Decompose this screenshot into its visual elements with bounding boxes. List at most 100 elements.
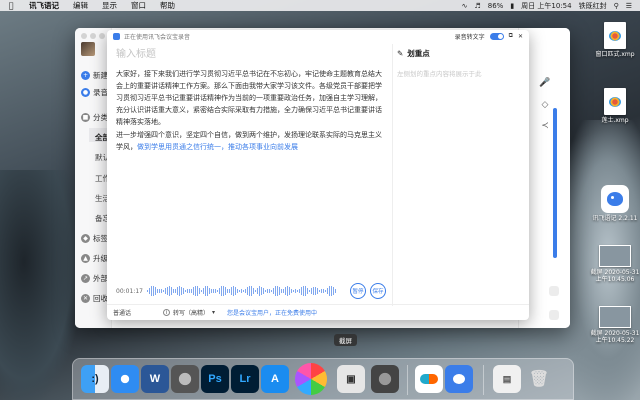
sidebar-item-category[interactable]: ■ 分类 bbox=[81, 112, 108, 123]
waveform-bar bbox=[316, 288, 318, 294]
waveform-bar bbox=[326, 287, 328, 295]
safari-icon[interactable] bbox=[111, 365, 139, 393]
sidebar-item-tags[interactable]: ◆ 标签 bbox=[81, 233, 108, 244]
sidebar-item-label: 外部 bbox=[93, 274, 108, 283]
pause-button[interactable]: 暂停 bbox=[350, 283, 366, 299]
sidebar-item-label: 录音 bbox=[93, 88, 108, 97]
waveform-bar bbox=[248, 285, 250, 297]
sidebar-item-record[interactable]: ● 录音 bbox=[81, 87, 108, 98]
title-input[interactable] bbox=[116, 47, 376, 61]
menu-app-name[interactable]: 讯飞语记 bbox=[22, 0, 66, 11]
waveform-bar bbox=[250, 285, 252, 297]
zoom-window-button[interactable] bbox=[99, 33, 105, 39]
chevron-down-icon: ▾ bbox=[212, 309, 216, 316]
photos-icon[interactable] bbox=[295, 363, 327, 395]
menu-help[interactable]: 帮助 bbox=[153, 0, 182, 11]
recording-time: 00:01:17 bbox=[116, 287, 143, 295]
desktop-app-ifly[interactable]: 讯飞语记 2.2.11 bbox=[590, 185, 640, 222]
dialog-footer: 普通话 i 转写（高精） ▾ 您是会议宝用户，正在免费使用中 bbox=[107, 304, 529, 320]
wifi-icon[interactable]: ∿ bbox=[462, 2, 468, 10]
waveform-bar bbox=[192, 287, 194, 295]
waveform-bar bbox=[156, 289, 158, 293]
menubar:  讯飞语记 编辑 显示 窗口 帮助 ∿ ♬ 86% ▮ 周日 上午10:54 … bbox=[0, 0, 640, 11]
status-area: ∿ ♬ 86% ▮ 周日 上午10:54 铁既红封 ⚲ ☰ bbox=[462, 1, 640, 11]
datetime[interactable]: 周日 上午10:54 bbox=[521, 1, 571, 11]
screenshot-icon[interactable]: ▣ bbox=[337, 365, 365, 393]
ifly-notes-icon[interactable] bbox=[445, 365, 473, 393]
app-store-icon[interactable]: A bbox=[261, 365, 289, 393]
transcribe-toggle[interactable] bbox=[489, 32, 504, 40]
desktop-file-1[interactable]: 窗口匹式.xmp bbox=[590, 22, 640, 58]
system-preferences-icon[interactable] bbox=[371, 365, 399, 393]
baidu-netdisk-icon[interactable] bbox=[415, 365, 443, 393]
waveform-bar bbox=[146, 290, 148, 292]
restore-icon[interactable]: ⧉ bbox=[509, 32, 513, 40]
waveform-bar bbox=[206, 286, 208, 296]
trash-icon[interactable]: 🗑 bbox=[525, 365, 553, 393]
apple-icon[interactable]:  bbox=[0, 1, 22, 10]
launchpad-icon[interactable] bbox=[171, 365, 199, 393]
waveform-bar bbox=[328, 285, 330, 297]
word-icon[interactable]: W bbox=[141, 365, 169, 393]
waveform-bar bbox=[228, 288, 230, 294]
finder-icon[interactable]: :) bbox=[81, 365, 109, 393]
menu-list-icon[interactable]: ☰ bbox=[626, 2, 632, 10]
waveform-bar bbox=[278, 286, 280, 296]
waveform-bar bbox=[196, 286, 198, 296]
lightroom-icon[interactable]: Lr bbox=[231, 365, 259, 393]
sidebar-item-external[interactable]: ↗ 外部 bbox=[81, 273, 108, 284]
waveform-bar bbox=[190, 289, 192, 293]
volume-icon[interactable]: ♬ bbox=[474, 2, 480, 10]
waveform-bar bbox=[242, 289, 244, 293]
save-button[interactable]: 保存 bbox=[370, 283, 386, 299]
battery-percent[interactable]: 86% bbox=[488, 2, 504, 10]
dialog-header-text: 正在使用讯飞会议宝录音 bbox=[124, 33, 191, 41]
transcribe-mode-label: 转写（高精） bbox=[173, 310, 210, 317]
audio-waveform[interactable] bbox=[146, 284, 346, 298]
dock-separator bbox=[483, 365, 484, 395]
photoshop-icon[interactable]: Ps bbox=[201, 365, 229, 393]
notes-textarea[interactable] bbox=[397, 68, 523, 268]
waveform-bar bbox=[226, 288, 228, 294]
waveform-bar bbox=[236, 288, 238, 294]
membership-link[interactable]: 您是会议宝用户，正在免费使用中 bbox=[221, 308, 323, 317]
trash-icon: ✕ bbox=[81, 294, 90, 303]
desktop-screenshot-2[interactable]: 截屏 2020-05-31 上午10.45.22 bbox=[590, 306, 640, 344]
documents-folder-icon[interactable]: ▤ bbox=[493, 365, 521, 393]
avatar[interactable] bbox=[81, 42, 95, 56]
desktop-file-2[interactable]: 莲士.xmp bbox=[590, 88, 640, 124]
waveform-bar bbox=[216, 289, 218, 293]
waveform-bar bbox=[284, 286, 286, 296]
menu-edit[interactable]: 编辑 bbox=[66, 0, 95, 11]
desktop-screenshot-1[interactable]: 截屏 2020-05-31 上午10.45.06 bbox=[590, 245, 640, 283]
plus-icon: + bbox=[81, 71, 90, 80]
menu-view[interactable]: 显示 bbox=[95, 0, 124, 11]
minimize-window-button[interactable] bbox=[90, 33, 96, 39]
sidebar-item-new[interactable]: + 新建 bbox=[81, 70, 108, 81]
sidebar-item-upgrade[interactable]: ▲ 升级 bbox=[81, 253, 108, 264]
language-select[interactable]: 普通话 bbox=[107, 308, 137, 317]
close-window-button[interactable] bbox=[81, 33, 87, 39]
waveform-bar bbox=[244, 288, 246, 294]
waveform-bar bbox=[298, 288, 300, 294]
waveform-bar bbox=[178, 286, 180, 296]
info-icon: i bbox=[163, 309, 171, 316]
waveform-bar bbox=[272, 287, 274, 295]
user-name[interactable]: 铁既红封 bbox=[579, 1, 607, 11]
search-icon[interactable]: ⚲ bbox=[614, 2, 619, 10]
waveform-bar bbox=[300, 286, 302, 296]
close-icon[interactable]: ✕ bbox=[518, 33, 523, 40]
waveform-bar bbox=[264, 289, 266, 293]
scroll-indicator[interactable] bbox=[553, 108, 557, 258]
waveform-bar bbox=[334, 288, 336, 294]
sidebar-item-recycle[interactable]: ✕ 回收 bbox=[81, 293, 108, 304]
transcript-text[interactable]: 大家好，接下来我们进行学习贯彻习近平总书记在不忘初心，牢记使命主题教育总结大会上… bbox=[116, 68, 386, 248]
menu-window[interactable]: 窗口 bbox=[124, 0, 153, 11]
panel-divider bbox=[392, 44, 393, 306]
sidebar-item-label: 标签 bbox=[93, 234, 108, 243]
screenshot-thumbnail-icon bbox=[599, 306, 631, 328]
transcribe-mode-select[interactable]: i 转写（高精） ▾ bbox=[157, 308, 221, 317]
waveform-bar bbox=[188, 289, 190, 293]
waveform-bar bbox=[204, 286, 206, 296]
waveform-bar bbox=[312, 286, 314, 296]
